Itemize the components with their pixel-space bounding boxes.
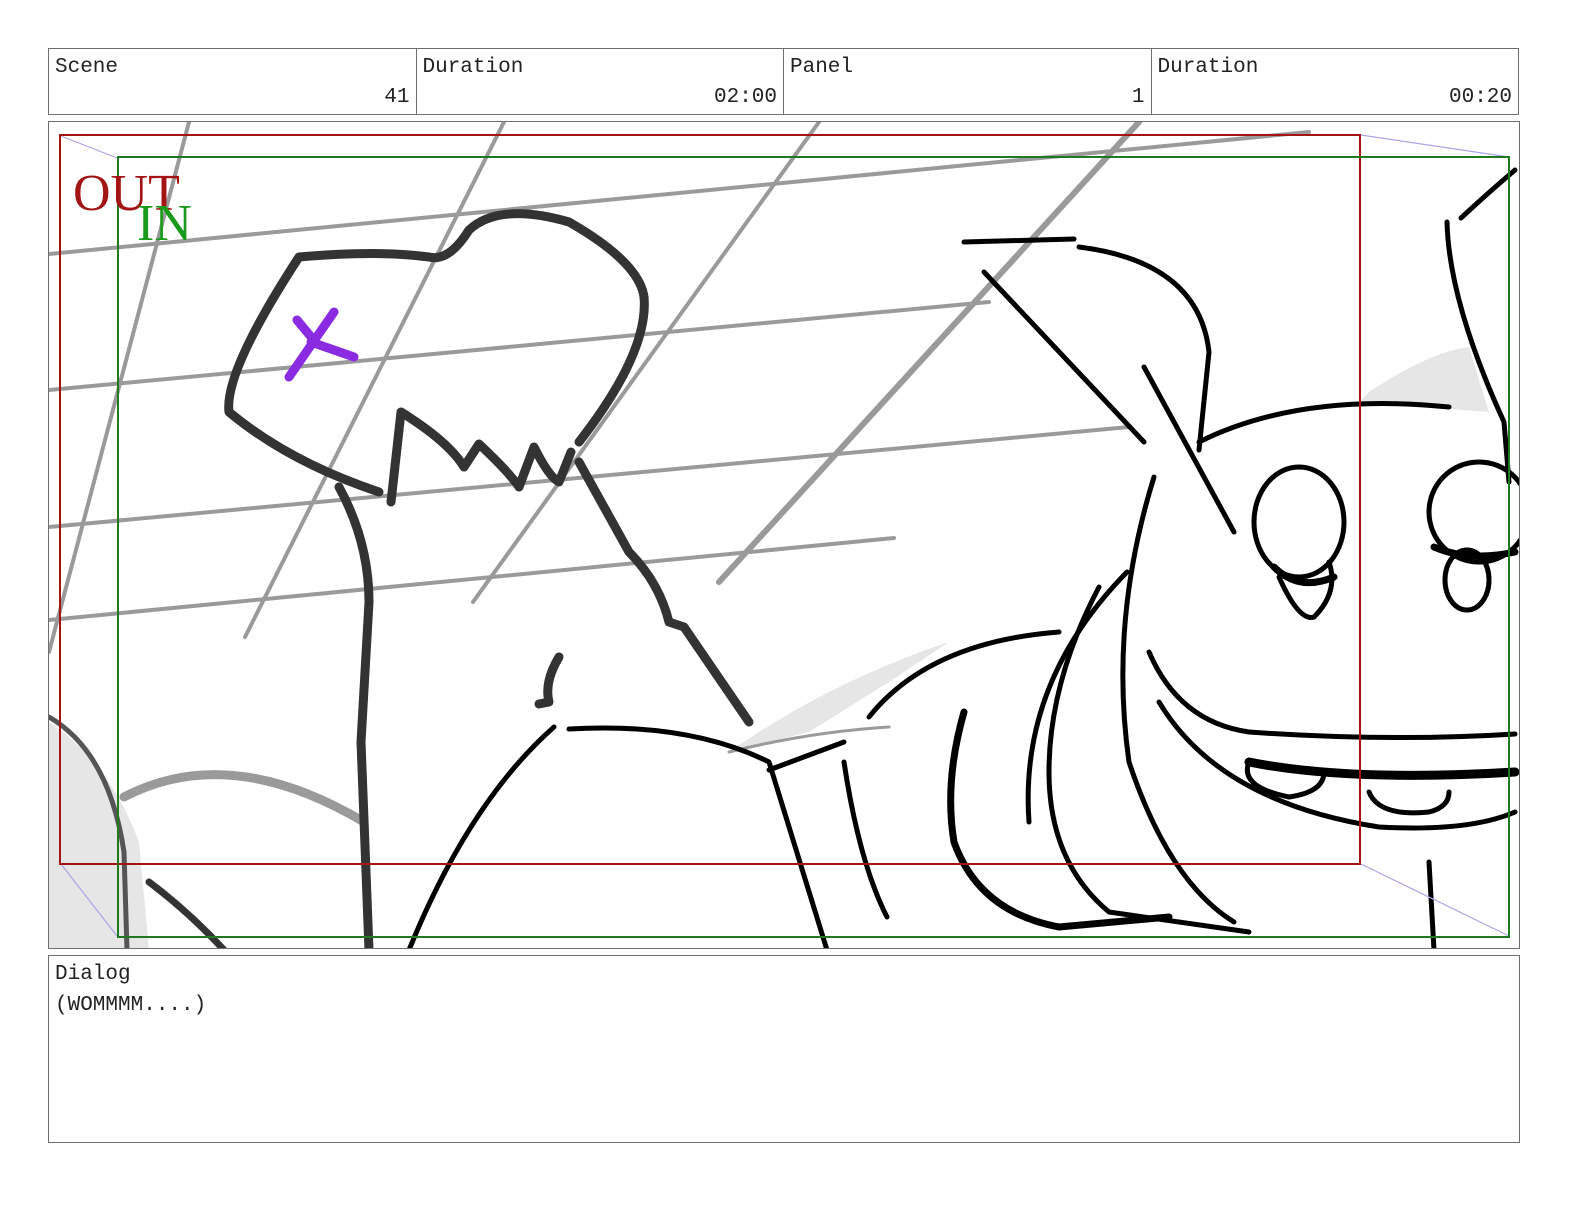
scene-duration-value: 02:00 <box>713 86 777 109</box>
dialog-label: Dialog <box>55 963 131 986</box>
out-frame <box>59 134 1361 865</box>
sketch-drawing: OUT IN <box>49 122 1519 948</box>
panel-duration-label: Duration <box>1157 56 1259 79</box>
character-right <box>407 167 1519 948</box>
scene-duration-cell: Duration 02:00 <box>417 49 784 114</box>
in-label: IN <box>137 195 192 252</box>
dialog-text: (WOMMMM....) <box>55 994 207 1017</box>
scene-cell: Scene 41 <box>49 49 417 114</box>
scene-duration-label: Duration <box>422 56 524 79</box>
panel-duration-value: 00:20 <box>1448 86 1512 109</box>
scene-number: 41 <box>384 86 410 109</box>
panel-number: 1 <box>1131 86 1145 109</box>
scene-label: Scene <box>55 56 119 79</box>
x-mark <box>284 307 359 382</box>
storyboard-frame: OUT IN <box>48 121 1520 949</box>
construction-lines <box>49 122 1311 827</box>
panel-header: Scene 41 Duration 02:00 Panel 1 Duration… <box>48 48 1519 115</box>
dialog-box: Dialog (WOMMMM....) <box>48 955 1520 1143</box>
character-left <box>49 209 754 948</box>
panel-duration-cell: Duration 00:20 <box>1152 49 1519 114</box>
panel-label: Panel <box>790 56 854 79</box>
panel-cell: Panel 1 <box>784 49 1152 114</box>
